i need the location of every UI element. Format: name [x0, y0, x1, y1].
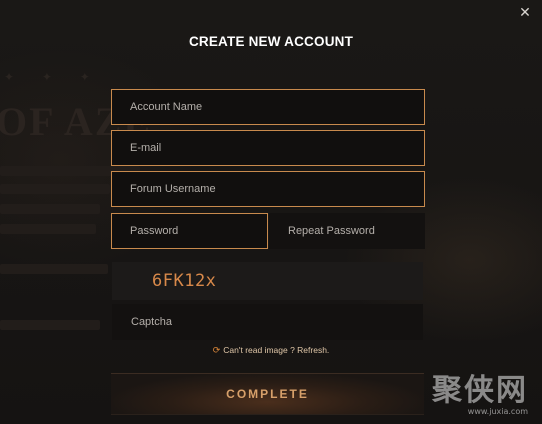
captcha-placeholder: Captcha	[131, 316, 172, 328]
background-text-line	[0, 320, 100, 330]
background-text-line	[0, 224, 96, 234]
watermark-logo: 聚侠网 www.juxia.com	[432, 365, 528, 416]
password-placeholder: Password	[130, 225, 179, 237]
dialog-title: CREATE NEW ACCOUNT	[188, 34, 354, 49]
refresh-captcha-label: Can't read image ? Refresh.	[223, 345, 330, 355]
captcha-image: 6FK12x	[112, 262, 423, 300]
watermark-logo-text: 聚侠网	[432, 373, 528, 408]
refresh-captcha-link[interactable]: ⟳ Can't read image ? Refresh.	[0, 345, 542, 356]
background-stars-decoration: ✦ ✦ ✦	[4, 70, 102, 84]
account-name-placeholder: Account Name	[130, 101, 203, 113]
background-text-line	[0, 184, 110, 194]
captcha-input[interactable]: Captcha	[112, 304, 423, 340]
background-text-line	[0, 204, 100, 214]
account-name-input[interactable]: Account Name	[111, 89, 425, 125]
background-page: ✦ ✦ ✦ OF AZE	[0, 0, 542, 424]
complete-button-label: COMPLETE	[226, 387, 309, 401]
email-placeholder: E-mail	[130, 142, 162, 154]
forum-username-input[interactable]: Forum Username	[111, 171, 425, 207]
password-input[interactable]: Password	[111, 213, 268, 249]
email-input[interactable]: E-mail	[111, 130, 425, 166]
background-text-line	[0, 264, 108, 274]
repeat-password-input[interactable]: Repeat Password	[269, 213, 425, 249]
complete-button[interactable]: COMPLETE	[111, 373, 424, 415]
repeat-password-placeholder: Repeat Password	[288, 225, 375, 237]
refresh-icon: ⟳	[212, 345, 221, 355]
close-icon[interactable]: ✕	[516, 4, 534, 22]
captcha-image-text: 6FK12x	[152, 271, 217, 291]
forum-username-placeholder: Forum Username	[130, 183, 216, 195]
